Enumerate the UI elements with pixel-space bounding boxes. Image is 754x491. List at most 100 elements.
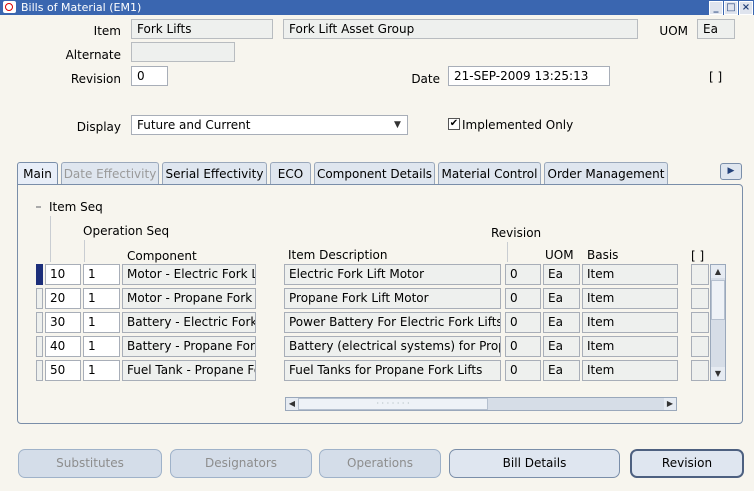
revision-field[interactable]: 0 [131,66,168,86]
window-title: Bills of Material (EM1) [21,1,142,14]
scroll-down-icon[interactable]: ▼ [711,367,725,380]
vertical-scroll-thumb[interactable] [711,280,725,320]
chevron-down-icon[interactable]: ▼ [394,116,406,134]
revision-cell[interactable]: 0 [505,312,541,333]
tab-main[interactable]: Main [17,162,58,186]
item-field[interactable]: Fork Lifts [131,19,273,39]
basis-cell[interactable]: Item [582,264,678,285]
record-indicator[interactable] [36,264,43,285]
display-value: Future and Current [137,118,251,132]
uom-cell[interactable]: Ea [543,288,580,309]
operation-seq-cell[interactable]: 1 [83,360,120,381]
line-flexfield-header: [ ] [691,249,705,263]
item-description-cell[interactable]: Propane Fork Lift Motor [284,288,501,309]
revision-header: Revision [491,226,542,240]
alternate-field[interactable] [131,42,235,62]
scroll-left-icon[interactable]: ◀ [286,398,298,410]
uom-cell[interactable]: Ea [543,336,580,357]
revision-cell[interactable]: 0 [505,288,541,309]
maximize-icon[interactable]: □ [724,1,738,15]
item-seq-cell[interactable]: 20 [45,288,81,309]
item-seq-bullet-icon [36,206,41,208]
record-indicator[interactable] [36,336,43,357]
implemented-only-checkbox[interactable]: ✔ [448,118,460,130]
item-label: Item [93,24,121,38]
component-cell[interactable]: Fuel Tank - Propane Fork Lift [122,360,256,381]
tab-serial-effectivity[interactable]: Serial Effectivity [162,162,267,185]
revision-cell[interactable]: 0 [505,336,541,357]
bill-details-button[interactable]: Bill Details [449,449,620,478]
item-description-cell[interactable]: Fuel Tanks for Propane Fork Lifts [284,360,501,381]
item-seq-header-line [50,216,51,262]
operation-seq-cell[interactable]: 1 [83,312,120,333]
alternate-label: Alternate [65,48,121,62]
oracle-logo-icon [3,1,16,13]
item-description-cell[interactable]: Electric Fork Lift Motor [284,264,501,285]
uom-cell[interactable]: Ea [543,312,580,333]
revision-label: Revision [70,72,121,86]
line-flexfield-cell[interactable] [691,312,709,333]
operation-seq-header-line [84,240,85,262]
descriptive-flexfield[interactable]: [ ] [709,67,741,87]
uom-cell[interactable]: Ea [543,264,580,285]
implemented-only-label: Implemented Only [462,118,574,132]
operation-seq-cell[interactable]: 1 [83,264,120,285]
uom-field[interactable]: Ea [697,19,735,39]
item-description-header: Item Description [288,248,388,262]
item-description-cell[interactable]: Battery (electrical systems) for Propane [284,336,501,357]
display-label: Display [76,120,121,134]
scroll-right-icon[interactable]: ▶ [664,398,676,410]
minimize-icon[interactable]: _ [709,1,723,15]
display-select[interactable]: Future and Current [131,115,408,135]
designators-button[interactable]: Designators [170,449,312,478]
item-description-field[interactable]: Fork Lift Asset Group [283,19,638,39]
item-description-cell[interactable]: Power Battery For Electric Fork Lifts [284,312,501,333]
operations-button[interactable]: Operations [319,449,441,478]
basis-header: Basis [587,248,619,262]
tab-order-management[interactable]: Order Management [544,162,668,185]
uom-cell[interactable]: Ea [543,360,580,381]
record-indicator[interactable] [36,360,43,381]
substitutes-button[interactable]: Substitutes [18,449,162,478]
basis-cell[interactable]: Item [582,288,678,309]
component-header: Component [127,249,197,263]
date-label: Date [411,72,440,86]
basis-cell[interactable]: Item [582,312,678,333]
tab-scroll-right-icon[interactable]: ▶ [720,163,742,180]
scroll-up-icon[interactable]: ▲ [711,265,725,278]
component-cell[interactable]: Motor - Electric Fork Lift [122,264,256,285]
close-icon[interactable]: × [739,1,753,15]
line-flexfield-cell[interactable] [691,264,709,285]
uom-label: UOM [659,24,688,38]
tab-date-effectivity[interactable]: Date Effectivity [61,162,159,185]
item-seq-cell[interactable]: 40 [45,336,81,357]
item-seq-cell[interactable]: 10 [45,264,81,285]
basis-cell[interactable]: Item [582,360,678,381]
line-flexfield-cell[interactable] [691,336,709,357]
item-seq-header: Item Seq [49,200,103,214]
line-flexfield-cell[interactable] [691,360,709,381]
tab-component-details[interactable]: Component Details [314,162,435,185]
record-indicator[interactable] [36,288,43,309]
tab-material-control[interactable]: Material Control [438,162,541,185]
line-flexfield-cell[interactable] [691,288,709,309]
operation-seq-header: Operation Seq [83,224,170,238]
item-seq-cell[interactable]: 50 [45,360,81,381]
operation-seq-cell[interactable]: 1 [83,336,120,357]
component-cell[interactable]: Battery - Electric Fork Lift [122,312,256,333]
horizontal-scroll-thumb[interactable]: · · · · · · · [298,398,488,410]
revision-cell[interactable]: 0 [505,360,541,381]
window-titlebar: Bills of Material (EM1) _ □ × [0,0,754,15]
revision-button[interactable]: Revision [630,449,744,478]
item-seq-cell[interactable]: 30 [45,312,81,333]
component-cell[interactable]: Motor - Propane Fork Lift [122,288,256,309]
revision-cell[interactable]: 0 [505,264,541,285]
operation-seq-cell[interactable]: 1 [83,288,120,309]
uom-header: UOM [545,248,574,262]
tab-eco[interactable]: ECO [270,162,311,185]
date-field[interactable]: 21-SEP-2009 13:25:13 [448,66,610,86]
revision-header-line [507,242,508,262]
component-cell[interactable]: Battery - Propane Fork Lift [122,336,256,357]
record-indicator[interactable] [36,312,43,333]
basis-cell[interactable]: Item [582,336,678,357]
